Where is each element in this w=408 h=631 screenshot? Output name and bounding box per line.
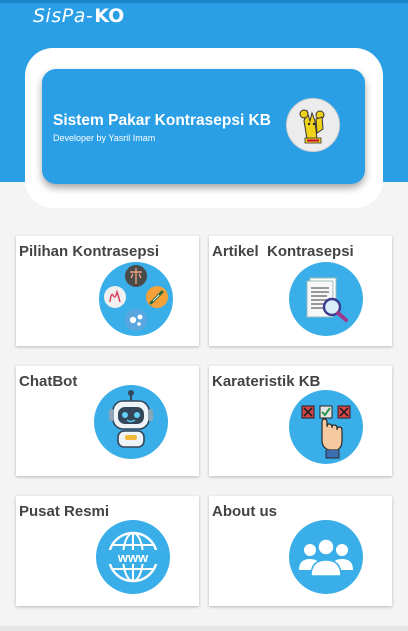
app-logo-secondary: KO [94,5,125,27]
article-search-icon [289,262,363,336]
menu-card-artikel-kontrasepsi[interactable]: Artikel Kontrasepsi [209,236,392,346]
menu-card-karateristik-kb[interactable]: Karateristik KB [209,366,392,476]
menu-card-label: Pusat Resmi [19,503,110,520]
kb-mascot-logo [286,98,340,152]
menu-card-chatbot[interactable]: ChatBot [16,366,199,476]
www-globe-icon: www [96,520,170,594]
bottom-edge [0,626,408,631]
menu-card-label: Karateristik KB [212,373,321,390]
menu-card-pusat-resmi[interactable]: Pusat Resmi www [16,496,199,606]
app-logo-primary: SisPa- [33,5,94,27]
menu-card-about-us[interactable]: About us [209,496,392,606]
banner-title: Sistem Pakar Kontrasepsi KB [53,112,271,129]
menu-card-label: About us [212,503,277,520]
menu-card-label: ChatBot [19,373,78,390]
robot-icon [94,385,168,459]
menu-card-pilihan-kontrasepsi[interactable]: Pilihan Kontrasepsi [16,236,199,346]
menu-card-label: Artikel Kontrasepsi [212,243,354,260]
group-users-icon [289,520,363,594]
menu-card-label: Pilihan Kontrasepsi [19,243,160,260]
svg-text:www: www [117,550,149,565]
app-logo: SisPa- KO [33,5,124,31]
status-bar [0,0,408,3]
checklist-choice-icon [289,390,363,464]
contraception-options-icon [99,262,173,336]
banner-card: Sistem Pakar Kontrasepsi KB Developer by… [42,69,365,184]
banner-subtitle: Developer by Yasril Imam [53,133,156,143]
